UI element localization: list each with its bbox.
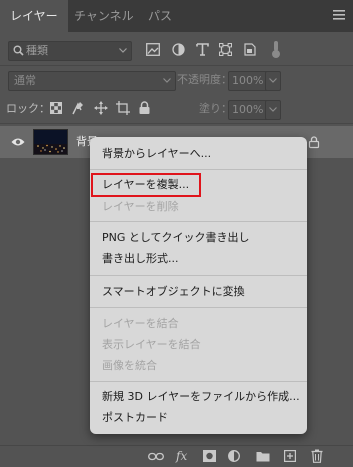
- add-mask-icon[interactable]: [203, 450, 216, 462]
- shape-filter-icon[interactable]: [219, 43, 233, 57]
- opacity-label: 不透明度：: [177, 73, 232, 86]
- type-filter-icon[interactable]: [196, 43, 209, 56]
- layer-thumbnail: [33, 129, 68, 155]
- menu-item-background-to-layer[interactable]: 背景からレイヤーへ...: [102, 145, 211, 163]
- new-group-icon[interactable]: [256, 451, 270, 462]
- eye-icon[interactable]: [11, 137, 25, 147]
- filter-kind-value: 種類: [26, 44, 48, 57]
- tab-paths[interactable]: パス: [138, 0, 182, 32]
- menu-separator: [90, 275, 307, 276]
- chevron-down-icon: [163, 78, 171, 83]
- adjustment-filter-icon[interactable]: [172, 43, 185, 56]
- tab-layers[interactable]: レイヤー: [0, 0, 68, 32]
- chevron-down-icon: [269, 107, 277, 112]
- lock-artboard-icon[interactable]: [116, 101, 130, 115]
- lock-transparent-pixels-icon[interactable]: [50, 102, 62, 114]
- chevron-down-icon: [119, 48, 127, 53]
- smart-object-filter-icon[interactable]: [244, 43, 256, 56]
- chevron-down-icon: [269, 78, 277, 83]
- new-layer-icon[interactable]: [284, 450, 297, 463]
- pixel-filter-icon[interactable]: [146, 43, 160, 56]
- lock-all-icon[interactable]: [139, 101, 150, 114]
- filter-kind-select[interactable]: 種類: [8, 41, 132, 61]
- fill-value: 100%: [232, 103, 264, 116]
- menu-item-delete-layer: レイヤーを削除: [102, 200, 179, 213]
- menu-item-quick-export-png[interactable]: PNG としてクイック書き出し: [102, 229, 250, 247]
- menu-item-export-as[interactable]: 書き出し形式...: [102, 250, 179, 268]
- delete-layer-icon[interactable]: [311, 449, 323, 463]
- opacity-slider-button[interactable]: [265, 71, 281, 91]
- tab-channels[interactable]: チャンネル: [64, 0, 144, 32]
- menu-separator: [90, 381, 307, 382]
- opacity-value: 100%: [232, 74, 264, 87]
- divider: [0, 123, 353, 124]
- panel-menu-icon[interactable]: [333, 10, 345, 20]
- menu-item-new-3d-layer-from-file[interactable]: 新規 3D レイヤーをファイルから作成...: [102, 388, 300, 406]
- menu-separator: [90, 169, 307, 170]
- menu-item-flatten-image: 画像を統合: [102, 359, 157, 372]
- menu-item-merge-layers: レイヤーを結合: [102, 317, 179, 330]
- lock-label: ロック：: [6, 102, 50, 115]
- menu-separator: [90, 307, 307, 308]
- blend-mode-select[interactable]: 通常: [8, 71, 176, 91]
- blend-mode-value: 通常: [14, 74, 36, 87]
- panel-tab-bar: レイヤー チャンネル パス: [0, 0, 353, 32]
- layer-lock-icon: [308, 136, 320, 149]
- new-adjustment-layer-icon[interactable]: [228, 450, 240, 462]
- filter-toggle-icon[interactable]: [271, 40, 281, 59]
- menu-item-convert-to-smart-object[interactable]: スマートオブジェクトに変換: [102, 283, 245, 301]
- fill-slider-button[interactable]: [265, 100, 281, 120]
- highlight-box: [91, 173, 201, 197]
- lock-position-icon[interactable]: [94, 101, 108, 115]
- divider: [0, 65, 353, 66]
- layer-context-menu: 背景からレイヤーへ... レイヤーを複製... レイヤーを削除 PNG としてク…: [90, 137, 307, 434]
- menu-item-merge-visible: 表示レイヤーを結合: [102, 338, 201, 351]
- menu-item-postcard[interactable]: ポストカード: [102, 409, 168, 427]
- panel-bottom-bar: fx: [0, 445, 353, 467]
- search-icon: [13, 45, 24, 56]
- night-city-image: [34, 130, 67, 154]
- menu-separator: [90, 221, 307, 222]
- fill-field[interactable]: 100%: [228, 100, 268, 120]
- lock-image-pixels-icon[interactable]: [72, 101, 84, 115]
- opacity-field[interactable]: 100%: [228, 71, 268, 91]
- link-layers-icon[interactable]: [148, 452, 164, 461]
- add-layer-style-icon[interactable]: fx: [176, 448, 187, 464]
